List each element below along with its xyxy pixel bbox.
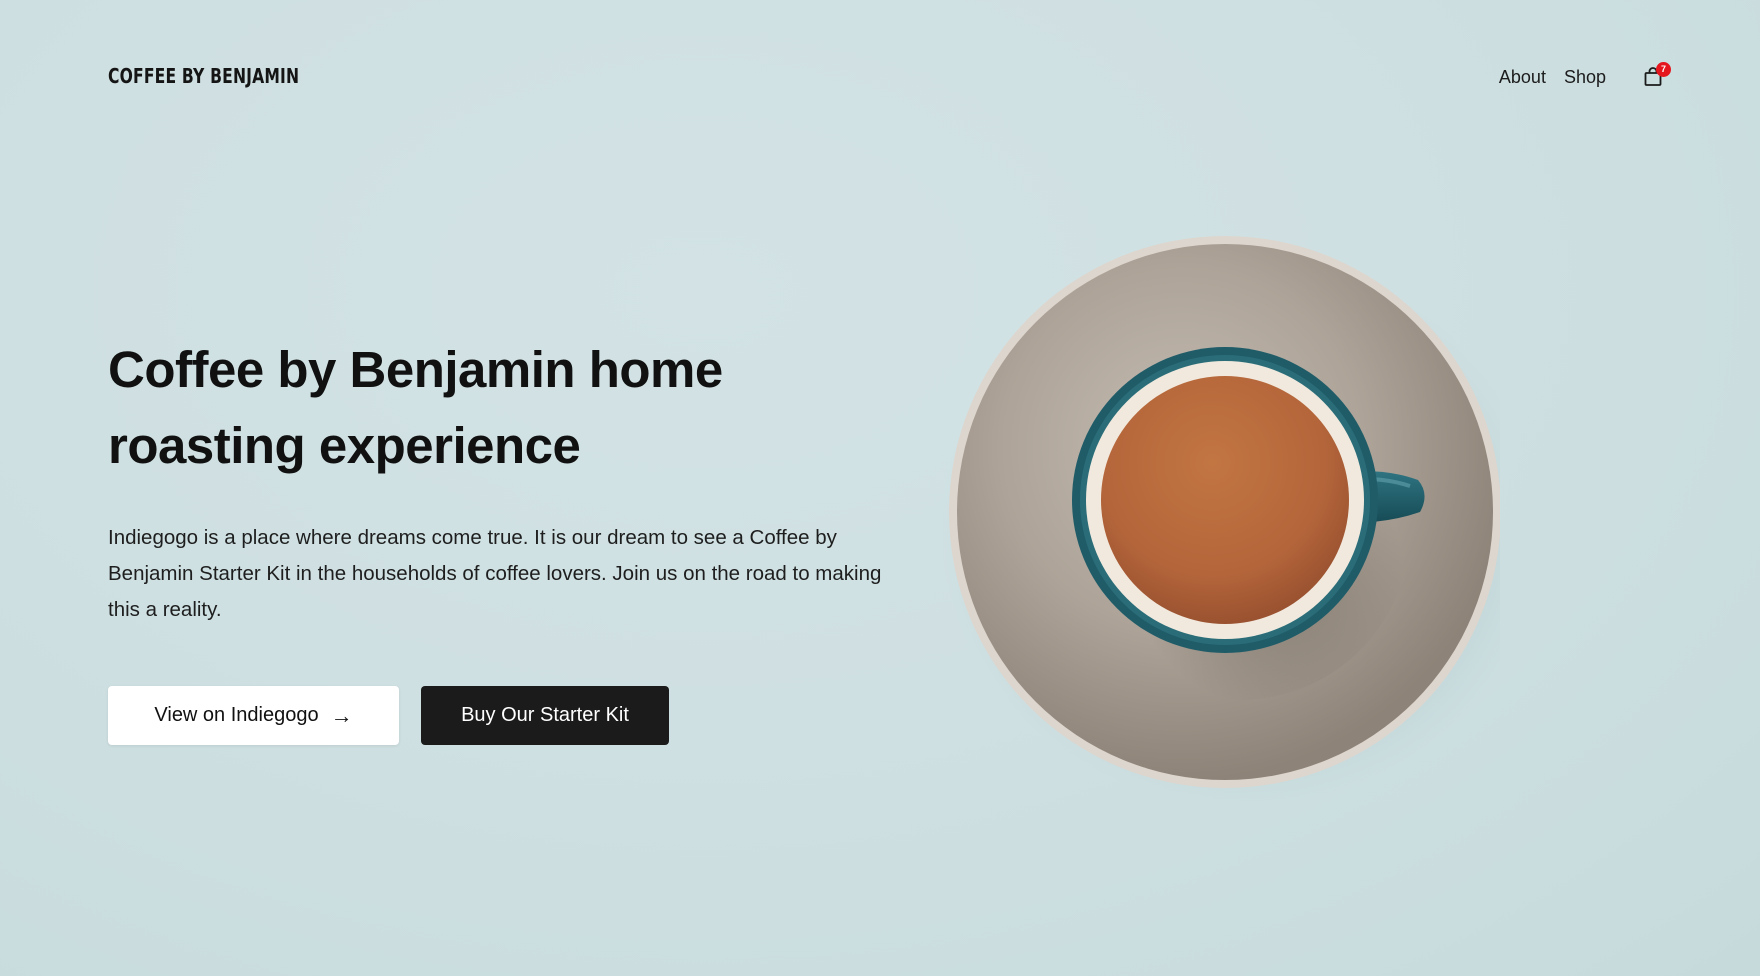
- view-on-indiegogo-label: View on Indiegogo: [154, 704, 319, 726]
- cart-count-badge: 7: [1656, 62, 1671, 77]
- buy-starter-kit-label: Buy Our Starter Kit: [461, 704, 629, 726]
- site-logo[interactable]: COFFEE BY BENJAMIN: [108, 64, 299, 88]
- hero-description: Indiegogo is a place where dreams come t…: [108, 526, 882, 621]
- nav-link-shop[interactable]: Shop: [1564, 67, 1606, 88]
- coffee-cup-image: [940, 236, 1500, 805]
- cart-button[interactable]: 7: [1638, 62, 1672, 92]
- top-nav: About Shop 7: [1499, 62, 1672, 92]
- hero-headline: Coffee by Benjamin home roasting experie…: [108, 341, 723, 474]
- nav-link-about[interactable]: About: [1499, 67, 1546, 88]
- view-on-indiegogo-button[interactable]: View on Indiegogo →: [108, 686, 399, 745]
- arrow-right-icon: →: [330, 702, 353, 728]
- buy-starter-kit-button[interactable]: Buy Our Starter Kit: [421, 686, 669, 745]
